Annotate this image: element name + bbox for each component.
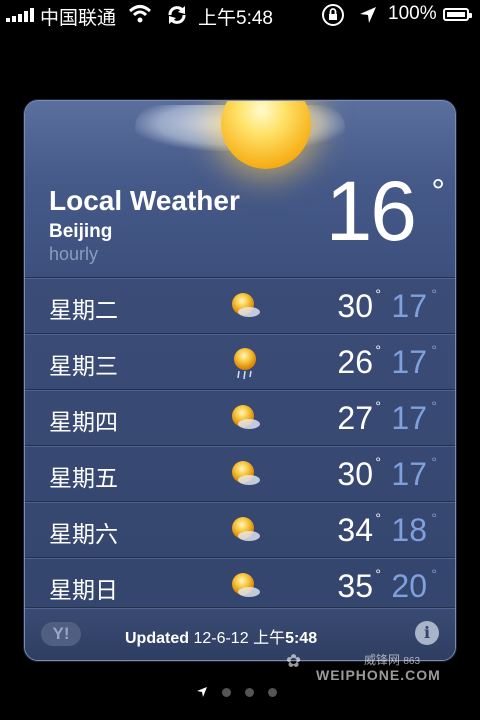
forecast-mode[interactable]: hourly: [49, 244, 98, 265]
yahoo-logo-button[interactable]: Y!: [41, 622, 81, 646]
partly-cloudy-sun-icon: [232, 517, 260, 541]
current-temperature: 16: [325, 164, 417, 258]
carrier-name: 中国联通: [40, 8, 117, 29]
city-name: Beijing: [49, 221, 113, 242]
forecast-day: 星期日: [49, 577, 118, 603]
degree-symbol: °: [375, 398, 381, 414]
forecast-day: 星期六: [49, 521, 118, 547]
signal-icon: [6, 8, 34, 22]
forecast-low: 17: [391, 344, 427, 380]
page-dot[interactable]: [245, 687, 254, 697]
forecast-high: 34: [337, 512, 373, 548]
degree-symbol: °: [431, 454, 437, 470]
info-icon[interactable]: i: [415, 621, 439, 645]
degree-symbol: °: [375, 454, 381, 470]
page-indicator[interactable]: [196, 686, 277, 698]
degree-symbol: °: [375, 510, 381, 526]
widget-title: Local Weather: [49, 185, 240, 216]
forecast-low: 17: [391, 400, 427, 436]
forecast-row: 星期二 30 ° 17 °: [25, 277, 455, 333]
degree-symbol: °: [375, 286, 381, 302]
updated-time: 5:48: [285, 630, 318, 647]
degree-symbol: °: [431, 510, 437, 526]
rotation-lock-icon: [322, 4, 344, 26]
forecast-row: 星期日 35 ° 20 °: [25, 557, 455, 613]
partly-cloudy-sun-icon: [232, 573, 260, 597]
forecast-high: 30: [337, 288, 373, 324]
forecast-row: 星期三 26 ° 17 °: [25, 333, 455, 389]
battery-icon: [443, 8, 472, 21]
location-arrow-icon: [360, 7, 376, 23]
forecast-low: 18: [391, 512, 427, 548]
sun-rain-icon: [234, 348, 256, 380]
forecast-row: 星期六 34 ° 18 °: [25, 501, 455, 557]
partly-cloudy-sun-icon: [232, 293, 260, 317]
forecast-row: 星期四 27 ° 17 °: [25, 389, 455, 445]
updated-label: Updated: [125, 630, 189, 647]
forecast-day: 星期三: [49, 353, 118, 379]
sync-icon: [168, 6, 186, 24]
forecast-high: 27: [337, 400, 373, 436]
wifi-icon: [128, 5, 152, 23]
degree-symbol: °: [431, 286, 437, 302]
current-degree-symbol: °: [431, 173, 445, 211]
updated-date: 12-6-12: [193, 630, 249, 647]
page-dot[interactable]: [268, 687, 277, 697]
updated-time-prefix: 上午: [253, 630, 286, 647]
forecast-low: 17: [391, 456, 427, 492]
watermark-text-cn: 威锋网: [364, 653, 401, 667]
degree-symbol: °: [431, 566, 437, 582]
forecast-row: 星期五 30 ° 17 °: [25, 445, 455, 501]
watermark-tag: 863: [403, 656, 421, 667]
forecast-day: 星期四: [49, 409, 118, 435]
status-bar: 中国联通 上午5:48 100%: [0, 0, 480, 30]
forecast-low: 20: [391, 568, 427, 604]
page-dot[interactable]: [222, 687, 231, 697]
forecast-day: 星期二: [49, 297, 118, 323]
degree-symbol: °: [431, 398, 437, 414]
partly-cloudy-sun-icon: [232, 405, 260, 429]
partly-cloudy-sun-icon: [232, 461, 260, 485]
updated-timestamp: Updated 12-6-12 上午5:48: [125, 624, 317, 648]
forecast-day: 星期五: [49, 465, 118, 491]
battery-percent: 100%: [388, 3, 437, 24]
forecast-low: 17: [391, 288, 427, 324]
degree-symbol: °: [431, 342, 437, 358]
watermark-logo-icon: ✿: [286, 651, 302, 671]
forecast-high: 30: [337, 456, 373, 492]
watermark-brand: WEIPHONE.COM: [316, 667, 441, 683]
degree-symbol: °: [375, 566, 381, 582]
weather-widget[interactable]: Local Weather Beijing hourly 16 ° 星期二 30…: [24, 100, 456, 661]
forecast-list: 星期二 30 ° 17 ° 星期三 26 ° 17 ° 星期四 27 ° 17 …: [25, 277, 455, 613]
status-time: 上午5:48: [198, 8, 273, 29]
location-page-icon: [197, 687, 207, 697]
forecast-high: 35: [337, 568, 373, 604]
forecast-high: 26: [337, 344, 373, 380]
degree-symbol: °: [375, 342, 381, 358]
weather-header: Local Weather Beijing hourly 16 °: [25, 101, 455, 277]
